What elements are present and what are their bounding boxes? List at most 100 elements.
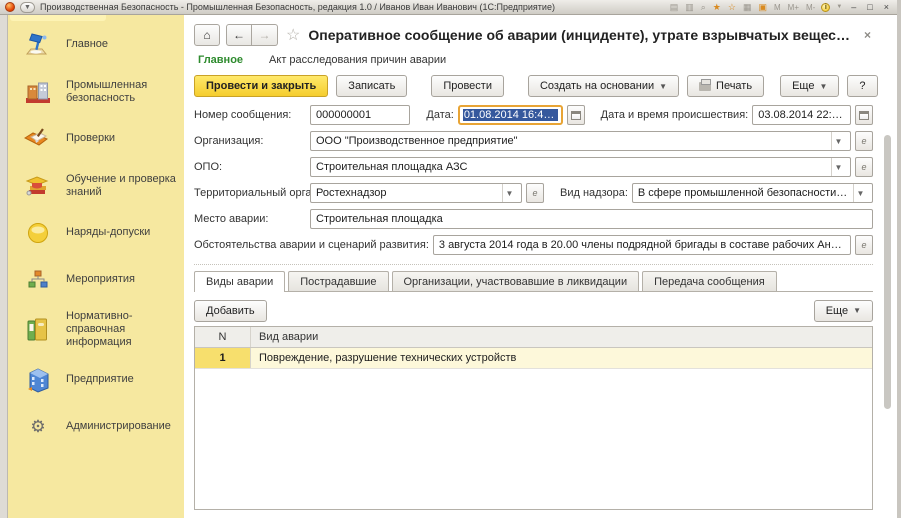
sidebar-item-label: Обучение и проверка знаний xyxy=(66,172,176,198)
table-more-button[interactable]: Еще ▼ xyxy=(813,299,873,322)
sidebar-item-work-permits[interactable]: Наряды-допуски xyxy=(8,209,184,256)
help-button[interactable]: ? xyxy=(847,75,878,97)
document-links-row: Главное Акт расследования причин аварии xyxy=(194,50,873,70)
binders-icon xyxy=(22,314,54,346)
info-icon[interactable]: i xyxy=(821,2,831,12)
graduation-books-icon xyxy=(22,170,54,202)
home-button[interactable]: ⌂ xyxy=(194,24,220,46)
tab-accident-types[interactable]: Виды аварии xyxy=(194,271,286,292)
sidebar-item-label: Нормативно-справочная информация xyxy=(66,310,133,348)
accident-types-table: N Вид аварии 1 Повреждение, разрушение т… xyxy=(194,326,873,510)
row-organization: Организация: ООО "Производственное предп… xyxy=(194,130,873,152)
sidebar-item-administration[interactable]: ⚙ Администрирование xyxy=(8,403,184,450)
table-empty-area[interactable] xyxy=(195,369,872,509)
opo-open-button[interactable]: e xyxy=(855,157,873,177)
open-link-icon: e xyxy=(861,136,867,146)
document-title: Оперативное сообщение об аварии (инциден… xyxy=(308,27,856,43)
favorites-add-icon[interactable]: ★ xyxy=(712,2,722,13)
sidebar-item-inspections[interactable]: Проверки xyxy=(8,115,184,162)
favorite-star-icon[interactable]: ☆ xyxy=(286,25,300,45)
chevron-down-icon[interactable]: ▼ xyxy=(831,158,845,176)
more-button[interactable]: Еще ▼ xyxy=(780,75,840,97)
territory-select[interactable]: Ростехнадзор ▼ xyxy=(310,183,522,203)
sidebar-item-industrial-safety[interactable]: Промышленная безопасность xyxy=(8,68,184,115)
preview-icon[interactable]: ▥ xyxy=(684,2,695,13)
link-main-tab[interactable]: Главное xyxy=(198,54,243,66)
open-link-icon: e xyxy=(861,162,867,172)
number-label: Номер сообщения: xyxy=(194,109,292,121)
supervision-label: Вид надзора: xyxy=(560,187,628,199)
save-button[interactable]: Записать xyxy=(336,75,408,97)
sidebar-item-label: Главное xyxy=(66,38,109,50)
table-row[interactable]: 1 Повреждение, разрушение технических ус… xyxy=(195,348,872,369)
sidebar-item-main[interactable]: Главное xyxy=(8,21,184,68)
circumstances-input[interactable]: 3 августа 2014 года в 20.00 члены подряд… xyxy=(432,235,851,255)
sidebar-item-enterprise[interactable]: Предприятие xyxy=(8,356,184,403)
memory-m-button[interactable]: M xyxy=(773,3,782,12)
sidebar-item-activities[interactable]: Мероприятия xyxy=(8,256,184,303)
organization-select[interactable]: ООО "Производственное предприятие" ▼ xyxy=(310,131,851,151)
find-icon[interactable]: ⌕ xyxy=(700,2,707,13)
number-input[interactable]: 000000001 xyxy=(310,105,411,125)
chevron-down-icon[interactable]: ▼ xyxy=(853,184,867,202)
main-menu-button[interactable]: ▼ xyxy=(20,1,35,13)
sidebar-item-reference-info[interactable]: Нормативно-справочная информация xyxy=(8,303,184,356)
calculator-icon[interactable]: ▣ xyxy=(757,2,768,13)
form-scrollbar[interactable] xyxy=(883,123,892,504)
close-window-button[interactable]: × xyxy=(881,2,892,12)
link-investigation-act[interactable]: Акт расследования причин аварии xyxy=(269,54,446,66)
app-logo-icon xyxy=(5,2,15,12)
date-input[interactable]: 01.08.2014 16:47:39 xyxy=(457,105,563,125)
info-dropdown-icon[interactable]: ▼ xyxy=(835,4,843,10)
circumstances-label: Обстоятельства аварии и сценарий развити… xyxy=(194,239,429,251)
calendar-icon xyxy=(570,110,581,120)
table-toolbar: Добавить Еще ▼ xyxy=(194,292,873,324)
date-calendar-button[interactable] xyxy=(566,105,585,125)
desk-lamp-icon xyxy=(22,29,54,61)
save-icon[interactable]: ▤ xyxy=(669,2,680,13)
calendar-icon[interactable]: ▦ xyxy=(742,2,753,13)
factory-icon xyxy=(22,76,54,108)
memory-mplus-button[interactable]: M+ xyxy=(787,3,800,12)
calendar-icon xyxy=(859,110,869,120)
gear-icon: ⚙ xyxy=(30,417,46,436)
chevron-down-icon[interactable]: ▼ xyxy=(831,132,845,150)
create-based-on-button[interactable]: Создать на основании ▼ xyxy=(527,75,680,97)
add-row-button[interactable]: Добавить xyxy=(194,299,267,322)
place-input[interactable]: Строительная площадка xyxy=(310,209,873,229)
tab-message-transfer[interactable]: Передача сообщения xyxy=(642,271,777,291)
tab-liquidation-orgs[interactable]: Организации, участвовавшие в ликвидации xyxy=(391,271,640,291)
incident-datetime-label: Дата и время происшествия: xyxy=(600,109,749,121)
window-titlebar: ▼ Производственная Безопасность - Промыш… xyxy=(0,0,897,15)
organization-open-button[interactable]: e xyxy=(855,131,873,151)
supervision-select[interactable]: В сфере промышленной безопасности опасны… xyxy=(631,183,873,203)
building-icon xyxy=(22,364,54,396)
forward-button[interactable]: → xyxy=(252,24,278,46)
column-header-n: N xyxy=(195,327,251,347)
dotted-separator xyxy=(194,264,873,265)
close-document-icon[interactable]: × xyxy=(862,28,873,42)
circumstances-open-button[interactable]: e xyxy=(855,235,873,255)
row-circumstances: Обстоятельства аварии и сценарий развити… xyxy=(194,234,873,256)
chevron-down-icon[interactable]: ▼ xyxy=(502,184,516,202)
memory-mminus-button[interactable]: M- xyxy=(805,3,816,12)
incident-calendar-button[interactable] xyxy=(855,105,873,125)
document-form: ⌂ ← → ☆ Оперативное сообщение об аварии … xyxy=(184,15,897,518)
print-button[interactable]: Печать xyxy=(687,75,765,97)
post-button[interactable]: Провести xyxy=(431,75,504,97)
maximize-button[interactable]: □ xyxy=(864,2,875,12)
territory-open-button[interactable]: e xyxy=(526,183,544,203)
post-and-close-button[interactable]: Провести и закрыть xyxy=(194,75,329,97)
favorites-icon[interactable]: ☆ xyxy=(727,2,737,13)
sidebar-item-label: Предприятие xyxy=(66,373,134,385)
form-navigation-row: ⌂ ← → ☆ Оперативное сообщение об аварии … xyxy=(194,20,873,50)
scrollbar-thumb[interactable] xyxy=(884,135,891,410)
sidebar-item-training[interactable]: Обучение и проверка знаний xyxy=(8,162,184,209)
opo-select[interactable]: Строительная площадка АЗС ▼ xyxy=(310,157,851,177)
back-button[interactable]: ← xyxy=(226,24,252,46)
sidebar-top-highlight xyxy=(10,15,106,21)
minimize-button[interactable]: ‒ xyxy=(848,2,859,12)
tab-victims[interactable]: Пострадавшие xyxy=(288,271,389,291)
incident-datetime-input[interactable]: 03.08.2014 22:00:00 xyxy=(752,105,851,125)
window-title: Производственная Безопасность - Промышле… xyxy=(40,2,555,12)
